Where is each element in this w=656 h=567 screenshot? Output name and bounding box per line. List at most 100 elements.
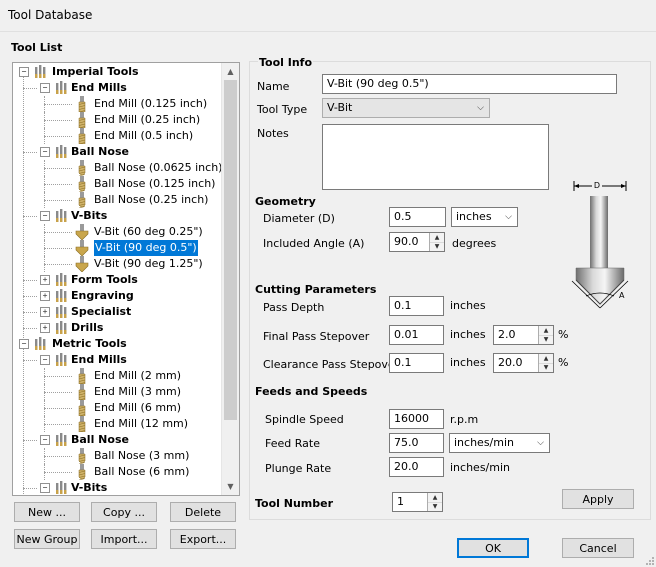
tree-tool-item[interactable]: End Mill (3 mm) (13, 384, 222, 401)
included-angle-units: degrees (452, 237, 497, 250)
tree-folder-item[interactable]: − Ball Nose (13, 432, 222, 448)
apply-button[interactable]: Apply (562, 489, 634, 509)
tree-item-label: Engraving (71, 289, 134, 302)
notes-field[interactable] (322, 124, 549, 190)
clearance-pass-stepover-field[interactable]: 0.1 (389, 353, 444, 373)
tree-tool-item[interactable]: Ball Nose (0.125 inch) (13, 176, 222, 193)
included-angle-spinner[interactable]: ▲ ▼ (429, 233, 444, 251)
spindle-speed-field[interactable]: 16000 (389, 409, 444, 429)
tool-group-icon (54, 80, 68, 96)
ok-button[interactable]: OK (457, 538, 529, 558)
clearance-pass-percent-spinner[interactable]: ▲ ▼ (538, 354, 553, 372)
collapse-minus-icon[interactable]: − (40, 211, 50, 221)
name-field[interactable]: V-Bit (90 deg 0.5") (322, 74, 617, 94)
expand-plus-icon[interactable]: + (40, 291, 50, 301)
tree-folder-item[interactable]: − End Mills (13, 352, 222, 368)
tree-item-label: V-Bits (71, 481, 108, 494)
tree-tool-item[interactable]: End Mill (0.25 inch) (13, 112, 222, 129)
feed-rate-units-select[interactable]: inches/min ⌵ (449, 433, 550, 453)
clearance-pass-stepover-percent-field[interactable]: 20.0 ▲ ▼ (493, 353, 554, 373)
scroll-thumb[interactable] (224, 80, 237, 420)
tree-tool-item[interactable]: V-Bit (90 deg 1.25") (13, 256, 222, 273)
tree-connector-line (44, 200, 72, 201)
feed-rate-field[interactable]: 75.0 (389, 433, 444, 453)
end-mill-icon (75, 112, 89, 129)
end-mill-icon (75, 416, 89, 433)
tree-connector-line (44, 392, 72, 393)
collapse-minus-icon[interactable]: − (40, 83, 50, 93)
final-pass-percent-spinner[interactable]: ▲ ▼ (538, 326, 553, 344)
tool-group-icon (54, 320, 68, 336)
diameter-units-select[interactable]: inches ⌵ (451, 207, 518, 227)
cancel-button[interactable]: Cancel (562, 538, 634, 558)
tree-tool-item[interactable]: Ball Nose (3 mm) (13, 448, 222, 465)
collapse-minus-icon[interactable]: − (19, 339, 29, 349)
plunge-rate-units: inches/min (450, 461, 510, 474)
spin-down-icon[interactable]: ▼ (539, 363, 553, 372)
delete-tool-button[interactable]: Delete (170, 502, 236, 522)
tool-tree[interactable]: − Imperial Tools − End Mills End Mill (0.125… (12, 62, 240, 496)
tree-tool-item[interactable]: End Mill (12 mm) (13, 416, 222, 433)
tree-tool-item[interactable]: End Mill (0.125 inch) (13, 96, 222, 113)
expand-plus-icon[interactable]: + (40, 275, 50, 285)
tree-folder-item[interactable]: − V-Bits (13, 480, 222, 495)
tool-info-heading: Tool Info (258, 56, 314, 69)
tree-connector-line (23, 360, 37, 361)
resize-grip-icon[interactable] (645, 556, 655, 566)
tool-group-icon (54, 304, 68, 320)
tree-tool-item[interactable]: Ball Nose (6 mm) (13, 464, 222, 481)
tree-tool-item[interactable]: Ball Nose (0.25 inch) (13, 192, 222, 209)
tool-number-field[interactable]: 1 ▲ ▼ (392, 492, 443, 512)
collapse-minus-icon[interactable]: − (40, 355, 50, 365)
tree-folder-item[interactable]: + Engraving (13, 288, 222, 304)
chevron-down-icon: ⌵ (537, 438, 544, 448)
collapse-minus-icon[interactable]: − (40, 483, 50, 493)
plunge-rate-field[interactable]: 20.0 (389, 457, 444, 477)
copy-tool-button[interactable]: Copy ... (91, 502, 157, 522)
ball-nose-icon (75, 176, 89, 193)
import-button[interactable]: Import... (91, 529, 157, 549)
tree-tool-item[interactable]: End Mill (2 mm) (13, 368, 222, 385)
new-tool-button[interactable]: New ... (14, 502, 80, 522)
tree-folder-item[interactable]: + Form Tools (13, 272, 222, 288)
collapse-minus-icon[interactable]: − (19, 67, 29, 77)
expand-plus-icon[interactable]: + (40, 323, 50, 333)
tool-tree-scrollbar[interactable]: ▲ ▼ (221, 63, 239, 495)
diameter-field[interactable]: 0.5 (389, 207, 446, 227)
tree-tool-item[interactable]: End Mill (6 mm) (13, 400, 222, 417)
tree-item-label: Ball Nose (6 mm) (94, 465, 190, 478)
expand-plus-icon[interactable]: + (40, 307, 50, 317)
spin-down-icon[interactable]: ▼ (539, 335, 553, 344)
spin-down-icon[interactable]: ▼ (428, 502, 442, 511)
final-pass-stepover-field[interactable]: 0.01 (389, 325, 444, 345)
tree-folder-item[interactable]: + Specialist (13, 304, 222, 320)
export-button[interactable]: Export... (170, 529, 236, 549)
tree-connector-line (44, 224, 45, 240)
collapse-minus-icon[interactable]: − (40, 435, 50, 445)
tree-tool-item[interactable]: V-Bit (90 deg 0.5") (13, 239, 222, 257)
pass-depth-field[interactable]: 0.1 (389, 296, 444, 316)
tree-connector-line (23, 488, 37, 489)
tree-folder-item[interactable]: + Drills (13, 320, 222, 336)
tree-folder-item[interactable]: − Ball Nose (13, 144, 222, 160)
scroll-down-arrow-icon[interactable]: ▼ (222, 478, 239, 495)
spin-down-icon[interactable]: ▼ (430, 242, 444, 251)
tree-folder-item[interactable]: − V-Bits (13, 208, 222, 224)
tree-folder-item[interactable]: − End Mills (13, 80, 222, 96)
tree-group-item[interactable]: − Metric Tools (13, 336, 222, 352)
tree-group-item[interactable]: − Imperial Tools (13, 64, 222, 80)
tree-connector-line (23, 216, 37, 217)
included-angle-field[interactable]: 90.0 ▲ ▼ (389, 232, 445, 252)
tool-number-spinner[interactable]: ▲ ▼ (427, 493, 442, 511)
tool-list-heading: Tool List (11, 41, 63, 54)
name-label: Name (257, 80, 290, 93)
scroll-up-arrow-icon[interactable]: ▲ (222, 63, 239, 80)
new-group-button[interactable]: New Group (14, 529, 80, 549)
tree-tool-item[interactable]: End Mill (0.5 inch) (13, 128, 222, 145)
tree-connector-line (44, 184, 72, 185)
tool-type-select[interactable]: V-Bit ⌵ (322, 98, 490, 118)
final-pass-stepover-percent-field[interactable]: 2.0 ▲ ▼ (493, 325, 554, 345)
tree-tool-item[interactable]: Ball Nose (0.0625 inch) (13, 160, 222, 177)
collapse-minus-icon[interactable]: − (40, 147, 50, 157)
tree-tool-item[interactable]: V-Bit (60 deg 0.25") (13, 224, 222, 241)
